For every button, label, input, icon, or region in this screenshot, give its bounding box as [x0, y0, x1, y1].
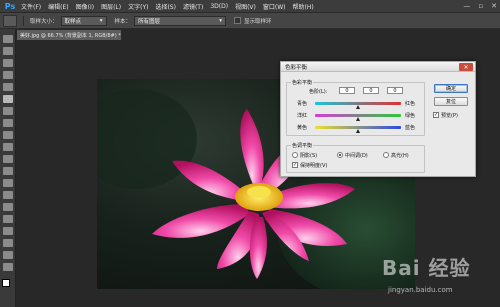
- ok-button[interactable]: 确定: [434, 84, 468, 93]
- path-select-tool-icon[interactable]: [3, 227, 13, 235]
- menu-help[interactable]: 帮助(H): [293, 2, 314, 11]
- divider: [23, 15, 24, 26]
- level-magenta-green-input[interactable]: 0: [363, 87, 379, 94]
- preview-checkbox[interactable]: ✓: [433, 112, 439, 118]
- crop-tool-icon[interactable]: [3, 83, 13, 91]
- preserve-luminosity-checkbox[interactable]: ✓: [292, 162, 298, 168]
- menu-bar: Ps 文件(F) 编辑(E) 图像(I) 图层(L) 文字(Y) 选择(S) 滤…: [0, 0, 500, 13]
- menu-3d[interactable]: 3D(D): [210, 3, 228, 10]
- menu-select[interactable]: 选择(S): [155, 2, 176, 11]
- shadows-label: 阴影(S): [300, 153, 318, 159]
- yellow-blue-slider-thumb[interactable]: [356, 129, 360, 133]
- type-tool-icon[interactable]: [3, 215, 13, 223]
- menu-image[interactable]: 图像(I): [76, 2, 94, 11]
- pen-tool-icon[interactable]: [3, 203, 13, 211]
- watermark-logo: Bai 经验: [382, 256, 471, 280]
- shadows-radio[interactable]: [292, 152, 298, 158]
- baidu-jingyan-watermark: Bai 经验 jingyan.baidu.com: [378, 250, 498, 302]
- close-icon[interactable]: ✕: [459, 63, 473, 71]
- menu-edit[interactable]: 编辑(E): [48, 2, 68, 11]
- cyan-red-slider-thumb[interactable]: [356, 105, 360, 109]
- menu-filter[interactable]: 滤镜(T): [183, 2, 203, 11]
- history-brush-tool-icon[interactable]: [3, 143, 13, 151]
- blur-tool-icon[interactable]: [3, 179, 13, 187]
- level-yellow-blue-input[interactable]: 0: [387, 87, 403, 94]
- brush-tool-icon[interactable]: [3, 119, 13, 127]
- tone-balance-group-label: 色调平衡: [291, 142, 314, 149]
- preserve-luminosity-label: 保持明度(V): [300, 163, 328, 169]
- highlights-radio[interactable]: [383, 152, 389, 158]
- dodge-tool-icon[interactable]: [3, 191, 13, 199]
- reset-button[interactable]: 复位: [434, 97, 468, 106]
- show-ring-label: 显示取样环: [244, 18, 272, 25]
- slider-left-label-yellow: 黄色: [297, 125, 308, 131]
- color-balance-group-label: 色彩平衡: [291, 79, 314, 86]
- color-balance-dialog: 色彩平衡 ✕ 色彩平衡 色阶(L): 0 0 0 青色 红色 洋红 绿色 黄色 …: [280, 61, 476, 177]
- eyedropper-tool-icon[interactable]: [3, 95, 13, 103]
- hand-tool-icon[interactable]: [3, 251, 13, 259]
- gradient-tool-icon[interactable]: [3, 167, 13, 175]
- sample-select[interactable]: 所有图层 ▾: [134, 15, 227, 26]
- magenta-green-slider-thumb[interactable]: [356, 117, 360, 121]
- highlights-label: 高光(H): [391, 153, 409, 159]
- tone-balance-group: 色调平衡 阴影(S) 中间调(D) 高光(H) ✓ 保持明度(V): [286, 142, 425, 173]
- chevron-down-icon: ▾: [219, 17, 223, 24]
- menu-view[interactable]: 视图(V): [235, 2, 256, 11]
- photoshop-logo: Ps: [4, 1, 16, 11]
- document-tab[interactable]: 美好.jpg @ 66.7% (背景副本 1, RGB/8#) *: [17, 30, 122, 40]
- tools-panel: [0, 29, 16, 307]
- menu-type[interactable]: 文字(Y): [128, 2, 148, 11]
- slider-right-label-green: 绿色: [405, 113, 416, 119]
- dialog-title-bar[interactable]: 色彩平衡 ✕: [281, 62, 475, 72]
- slider-right-label-red: 红色: [405, 101, 416, 107]
- sample-label: 样本：: [114, 18, 132, 25]
- sample-value: 所有图层: [138, 18, 161, 25]
- eraser-tool-icon[interactable]: [3, 155, 13, 163]
- healing-brush-tool-icon[interactable]: [3, 107, 13, 115]
- window-controls: — ▫ ✕: [463, 2, 497, 10]
- menu-window[interactable]: 窗口(W): [263, 2, 286, 11]
- watermark-url: jingyan.baidu.com: [388, 286, 453, 294]
- preview-label: 预览(P): [441, 113, 458, 119]
- chevron-down-icon: ▾: [99, 17, 103, 24]
- menu-layer[interactable]: 图层(L): [101, 2, 121, 11]
- midtones-radio[interactable]: [337, 152, 343, 158]
- minimize-icon[interactable]: —: [463, 2, 470, 10]
- color-balance-group: 色彩平衡 色阶(L): 0 0 0 青色 红色 洋红 绿色 黄色 蓝色: [286, 79, 425, 136]
- levels-label: 色阶(L):: [309, 89, 328, 95]
- foreground-color-swatch[interactable]: [2, 279, 10, 287]
- zoom-tool-icon[interactable]: [3, 263, 13, 271]
- midtones-label: 中间调(D): [345, 153, 368, 159]
- maximize-icon[interactable]: ▫: [478, 2, 483, 10]
- show-ring-checkbox[interactable]: [234, 17, 242, 24]
- slider-right-label-blue: 蓝色: [405, 125, 416, 131]
- menu-file[interactable]: 文件(F): [21, 2, 41, 11]
- lasso-tool-icon[interactable]: [3, 59, 13, 67]
- sample-size-select[interactable]: 取样点 ▾: [60, 15, 107, 26]
- sample-size-value: 取样点: [64, 18, 82, 25]
- close-icon[interactable]: ✕: [491, 2, 497, 10]
- quick-select-tool-icon[interactable]: [3, 71, 13, 79]
- slider-left-label-magenta: 洋红: [297, 113, 308, 119]
- clone-stamp-tool-icon[interactable]: [3, 131, 13, 139]
- move-tool-icon[interactable]: [3, 35, 13, 43]
- marquee-tool-icon[interactable]: [3, 47, 13, 55]
- options-bar: 取样大小： 取样点 ▾ 样本： 所有图层 ▾ 显示取样环: [0, 13, 500, 29]
- dialog-title: 色彩平衡: [285, 64, 308, 71]
- level-cyan-red-input[interactable]: 0: [339, 87, 355, 94]
- slider-left-label-cyan: 青色: [297, 101, 308, 107]
- sample-size-label: 取样大小：: [30, 18, 58, 25]
- shape-tool-icon[interactable]: [3, 239, 13, 247]
- eyedropper-preset-icon[interactable]: [3, 14, 17, 27]
